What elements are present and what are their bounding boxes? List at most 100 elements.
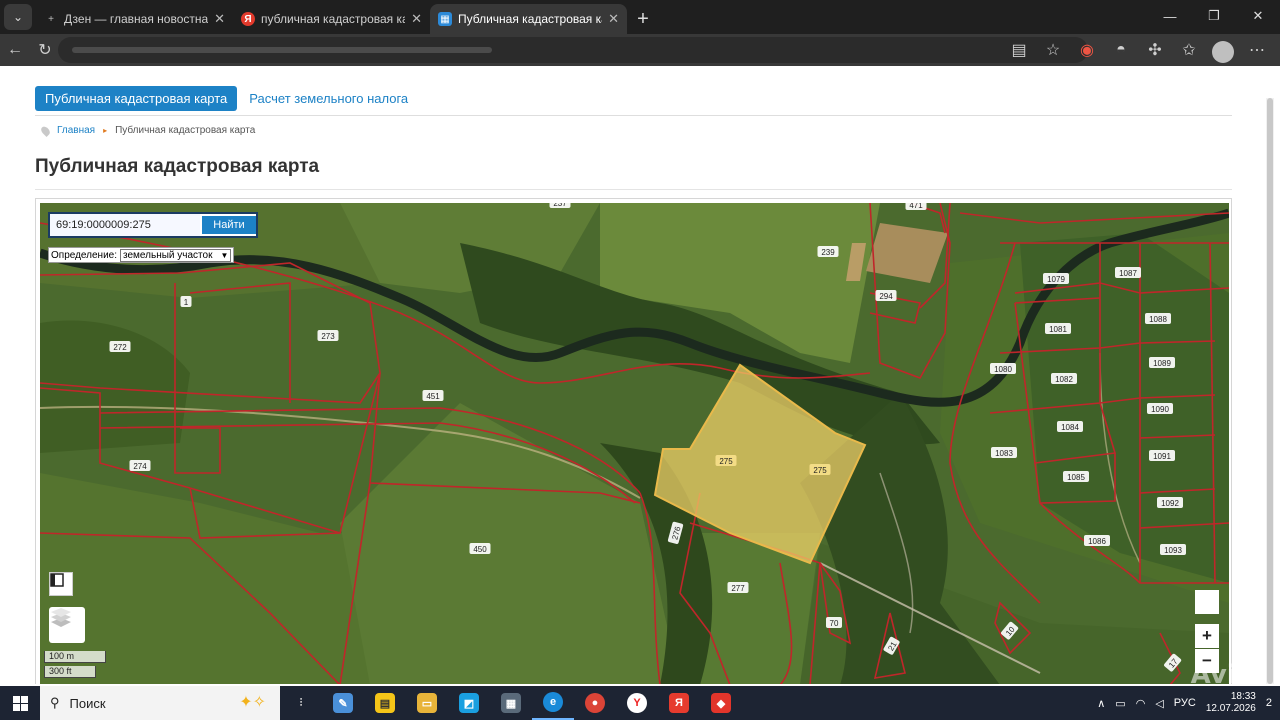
close-icon[interactable]: ✕ xyxy=(214,11,225,27)
parcel-label[interactable]: 274 xyxy=(129,460,151,471)
close-window-icon[interactable]: ✕ xyxy=(1236,0,1280,32)
parcel-label[interactable]: 237 xyxy=(549,203,571,208)
address-bar[interactable] xyxy=(58,37,1088,63)
nav-land-tax[interactable]: Расчет земельного налога xyxy=(249,91,408,106)
parcel-label[interactable]: 70 xyxy=(826,617,842,628)
chevron-up-icon[interactable]: ∧ xyxy=(1097,697,1105,710)
web-page: Публичная кадастровая карта Расчет земел… xyxy=(4,68,1276,684)
parcel-label[interactable]: 1 xyxy=(180,296,192,307)
parcel-label[interactable]: 1089 xyxy=(1149,357,1175,368)
start-button[interactable] xyxy=(0,686,40,720)
clock[interactable]: 18:33 12.07.2026 xyxy=(1206,691,1256,715)
parcel-label[interactable]: 451 xyxy=(422,390,444,401)
task-view-icon[interactable]: ⫶ xyxy=(280,686,322,720)
parcel-label[interactable]: 471 xyxy=(905,203,927,210)
parcel-label[interactable]: 1079 xyxy=(1043,273,1069,284)
parcel-label[interactable]: 1090 xyxy=(1147,403,1173,414)
notification-badge[interactable]: 2 xyxy=(1266,697,1272,709)
tab-label: публичная кадастровая карта 20 xyxy=(261,12,405,26)
nav-cadastral-map[interactable]: Публичная кадастровая карта xyxy=(35,86,238,111)
parcel-label[interactable]: 1084 xyxy=(1057,421,1083,432)
reader-icon[interactable]: ▤ xyxy=(1004,36,1034,64)
browser-toolbar: ← ↻ ▤ ☆ ◉ ◓ ✣ ✩ ⋯ xyxy=(0,34,1280,66)
definition-select[interactable]: земельный участок ▼ xyxy=(120,248,232,262)
parcel-number: 274 xyxy=(133,462,147,471)
parcel-label[interactable]: 275 xyxy=(715,455,737,466)
parcel-label[interactable]: 275 xyxy=(809,464,831,475)
taskbar-search[interactable]: ⚲ Поиск ✦✧ xyxy=(40,686,280,720)
parcel-label[interactable]: 277 xyxy=(727,582,749,593)
back-button[interactable]: ← xyxy=(0,36,30,64)
map-canvas[interactable]: 2372394712941272273451274450275275276277… xyxy=(40,203,1229,684)
parcel-number: 275 xyxy=(719,457,733,466)
battery-icon[interactable]: ▭ xyxy=(1115,697,1125,710)
app-icon[interactable]: ◆ xyxy=(700,686,742,720)
extension-icon[interactable]: ◉ xyxy=(1072,36,1102,64)
extension-icon[interactable]: ◓ xyxy=(1106,36,1136,64)
favorite-star-icon[interactable]: ☆ xyxy=(1038,36,1068,64)
parcel-label[interactable]: 1082 xyxy=(1051,373,1077,384)
parcel-label[interactable]: 273 xyxy=(317,330,339,341)
search-icon: ⚲ xyxy=(50,695,60,710)
parcel-label[interactable]: 1093 xyxy=(1160,544,1186,555)
tab-actions-menu[interactable]: ⌄ xyxy=(4,4,32,30)
app-icon[interactable]: ✎ xyxy=(322,686,364,720)
parcel-label[interactable]: 1080 xyxy=(990,363,1016,374)
breadcrumb-home[interactable]: Главная xyxy=(57,125,95,136)
tab-cadastral-map[interactable]: ▦ Публичная кадастровая карта ✕ xyxy=(430,4,627,34)
reload-button[interactable]: ↻ xyxy=(30,36,60,64)
file-explorer-icon[interactable]: ▭ xyxy=(406,686,448,720)
parcel-number: 1092 xyxy=(1161,499,1179,508)
close-icon[interactable]: ✕ xyxy=(608,11,619,27)
app-icon[interactable]: ◩ xyxy=(448,686,490,720)
parcel-label[interactable]: 272 xyxy=(109,341,131,352)
parcel-label[interactable]: 1086 xyxy=(1084,535,1110,546)
address-blurred xyxy=(72,47,492,53)
map-icon: ▦ xyxy=(438,12,452,26)
parcel-label[interactable]: 1083 xyxy=(991,447,1017,458)
wifi-icon[interactable]: ◠ xyxy=(1136,697,1146,710)
page-title: Публичная кадастровая карта xyxy=(35,156,320,177)
parcel-label[interactable]: 1092 xyxy=(1157,497,1183,508)
zoom-in-button[interactable]: + xyxy=(1195,624,1219,648)
puzzle-icon[interactable]: ✣ xyxy=(1140,36,1170,64)
yandex-browser-icon[interactable]: Y xyxy=(616,686,658,720)
tab-dzen[interactable]: + Дзен — главная новостная инфо ✕ xyxy=(36,4,233,34)
calculator-icon[interactable]: ▦ xyxy=(490,686,532,720)
chevron-right-icon: ▸ xyxy=(103,126,108,135)
scrollbar-thumb[interactable] xyxy=(1267,98,1273,684)
parcel-label[interactable]: 1081 xyxy=(1045,323,1071,334)
window-controls: — ❐ ✕ xyxy=(1148,0,1280,32)
sticky-notes-icon[interactable]: ▤ xyxy=(364,686,406,720)
close-icon[interactable]: ✕ xyxy=(411,11,422,27)
cadastral-map[interactable]: 237 239 471 294 1 272 273 451 274 450 275 275 276 277… xyxy=(40,203,1229,684)
toolbar-actions: ▤ ☆ ◉ ◓ ✣ ✩ ⋯ xyxy=(1004,36,1272,64)
edge-icon[interactable]: e xyxy=(532,686,574,720)
fullscreen-button[interactable] xyxy=(49,572,73,596)
yandex-icon[interactable]: Я xyxy=(658,686,700,720)
tab-yandex-search[interactable]: Я публичная кадастровая карта 20 ✕ xyxy=(233,4,430,34)
parcel-number: 1081 xyxy=(1049,325,1067,334)
parcel-label[interactable]: 1091 xyxy=(1149,450,1175,461)
parcel-label[interactable]: 1085 xyxy=(1063,471,1089,482)
layers-button[interactable] xyxy=(49,607,85,643)
map-control-blank[interactable] xyxy=(1195,590,1219,614)
parcel-label[interactable]: 1087 xyxy=(1115,267,1141,278)
volume-icon[interactable]: ◁ xyxy=(1155,697,1163,710)
profile-button[interactable] xyxy=(1208,36,1238,64)
parcel-label[interactable]: 450 xyxy=(469,543,491,554)
new-tab-button[interactable]: + xyxy=(627,4,659,34)
scale-metric: 100 m xyxy=(44,651,106,663)
parcel-label[interactable]: 239 xyxy=(817,246,839,257)
find-button[interactable]: Найти xyxy=(202,216,256,234)
language-indicator[interactable]: РУС xyxy=(1174,697,1196,709)
cadastral-number-input[interactable] xyxy=(50,214,200,236)
minimize-icon[interactable]: — xyxy=(1148,0,1192,32)
parcel-label[interactable]: 294 xyxy=(875,290,897,301)
maximize-icon[interactable]: ❐ xyxy=(1192,0,1236,32)
more-menu-icon[interactable]: ⋯ xyxy=(1242,36,1272,64)
page-scrollbar[interactable] xyxy=(1266,98,1274,684)
parcel-label[interactable]: 1088 xyxy=(1145,313,1171,324)
chrome-icon[interactable]: ● xyxy=(574,686,616,720)
favorites-icon[interactable]: ✩ xyxy=(1174,36,1204,64)
